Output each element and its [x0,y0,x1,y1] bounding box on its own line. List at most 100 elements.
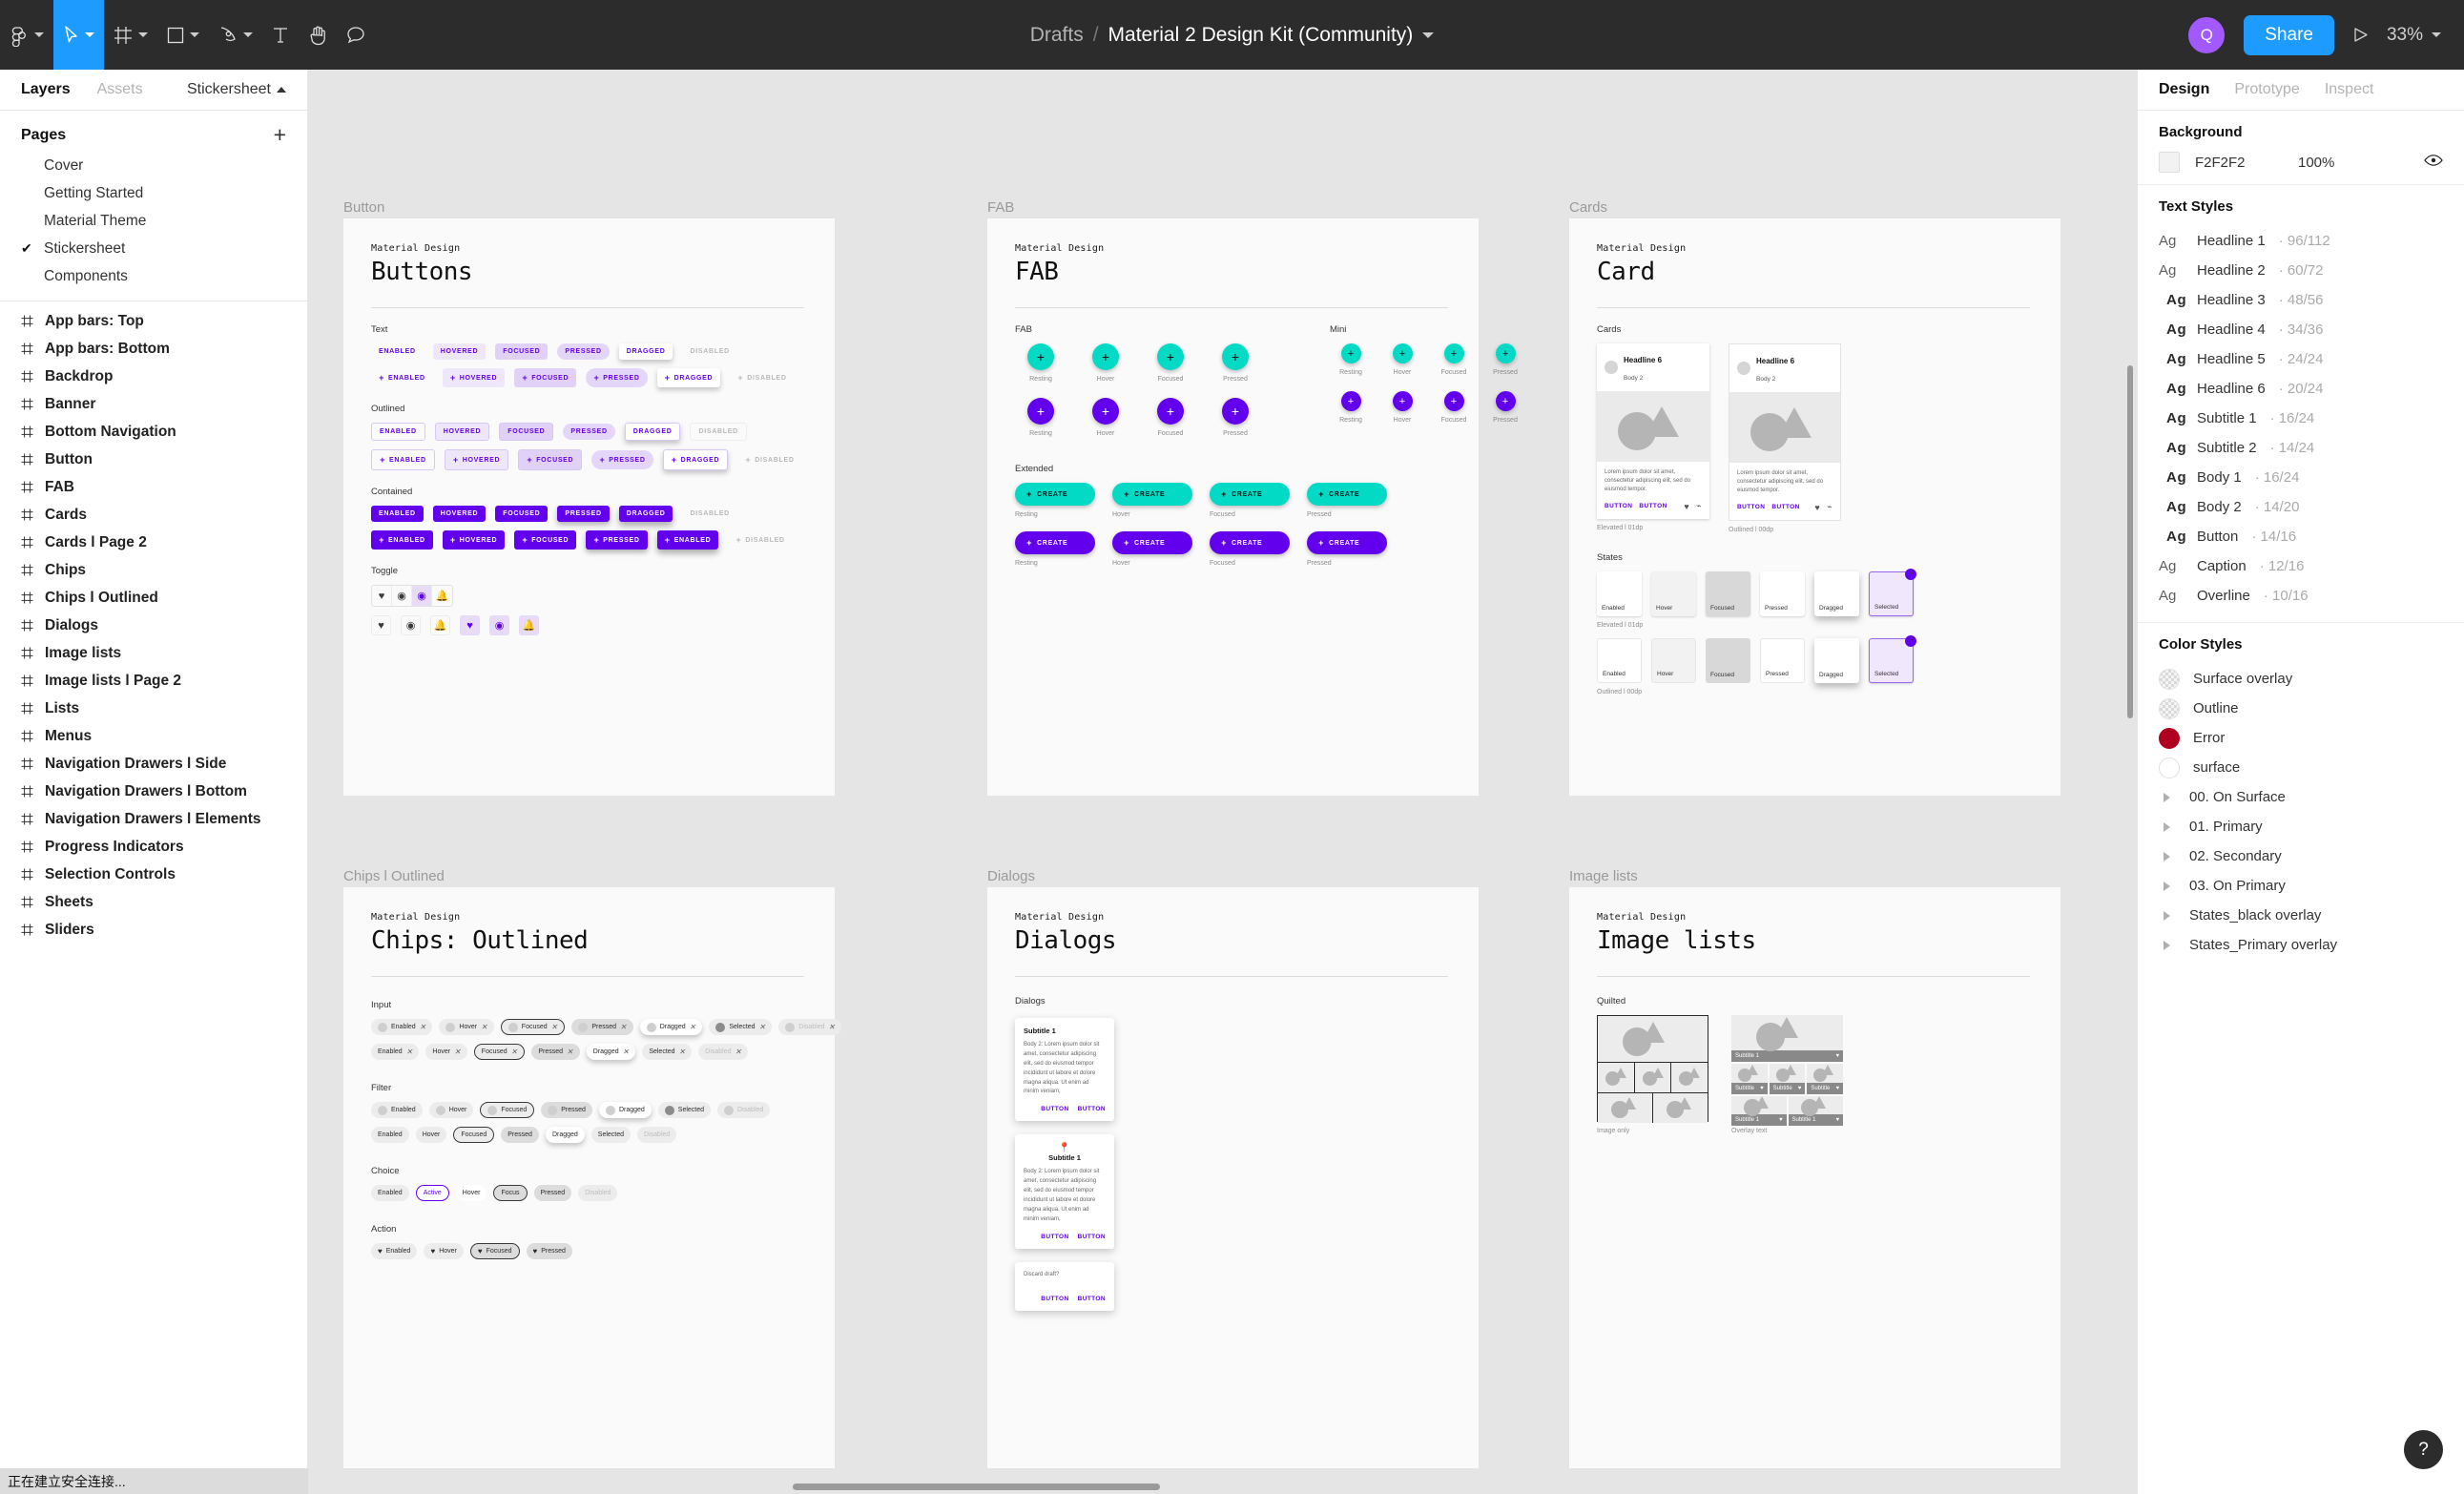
comment-tool-icon[interactable] [337,0,375,70]
frame-label-chips[interactable]: Chips l Outlined [343,868,445,884]
tab-layers[interactable]: Layers [21,81,71,98]
text-style-row[interactable]: Ag Headline 4 · 34/36 [2159,315,2443,344]
eye-icon[interactable] [2424,154,2443,171]
tab-inspect[interactable]: Inspect [2325,81,2374,98]
layer-row[interactable]: Cards [0,501,307,529]
color-style-row[interactable]: surface [2159,753,2443,782]
fab-focused-purple[interactable]: + Focused [1145,398,1196,437]
extended-fab-pressed-purple[interactable]: + CREATE Pressed [1307,531,1387,567]
add-page-button[interactable]: + [274,124,286,146]
chip-selected[interactable]: Selected ✕ [709,1019,773,1035]
tab-assets[interactable]: Assets [97,81,143,98]
heart-icon[interactable]: ♥ [1814,503,1820,512]
layer-row[interactable]: Lists [0,695,307,722]
frame-label-button[interactable]: Button [343,199,384,216]
outlined-icon-focused[interactable]: + FOCUSED [518,449,583,470]
filter-chip-pressed-plain[interactable]: Pressed [501,1127,539,1143]
tab-design[interactable]: Design [2159,81,2209,98]
dialog-button-2[interactable]: BUTTON [1078,1106,1106,1112]
layer-row[interactable]: App bars: Top [0,307,307,335]
image-cell[interactable] [1598,1093,1652,1123]
frame-fab[interactable]: Material Design FAB FAB + Resting + Hover … [987,218,1518,796]
frame-label-fab[interactable]: FAB [987,199,1014,216]
background-hex[interactable]: F2F2F2 [2195,155,2283,171]
action-chip-hover[interactable]: ♥ Hover [424,1243,464,1259]
action-chip-pressed[interactable]: ♥ Pressed [526,1243,572,1259]
frame-chips[interactable]: Material Design Chips: Outlined Input En… [343,887,842,1468]
filter-chip-selected-plain[interactable]: Selected [590,1127,632,1143]
mini-fab-focused[interactable]: + Focused [1433,343,1475,376]
layer-row[interactable]: Bottom Navigation [0,418,307,446]
button-hovered[interactable]: HOVERED [432,343,487,360]
dialog-confirm[interactable]: Discard draft? BUTTON BUTTON [1015,1261,1479,1311]
close-icon[interactable]: ✕ [511,1048,518,1056]
color-group-row[interactable]: 01. Primary [2159,812,2443,841]
frame-label-cards[interactable]: Cards [1569,199,1607,216]
move-tool-icon[interactable] [53,0,104,70]
share-button[interactable]: Share [2244,14,2334,55]
filter-chip-pressed[interactable]: Pressed [541,1102,592,1118]
outlined-icon-hovered[interactable]: + HOVERED [444,449,509,470]
button-icon-hovered[interactable]: + HOVERED [442,368,506,387]
filter-chip-dragged[interactable]: Dragged [598,1102,652,1118]
chip-pressed-noavatar[interactable]: Pressed ✕ [531,1044,580,1060]
layer-row[interactable]: Chips l Outlined [0,584,307,612]
layer-row[interactable]: Backdrop [0,363,307,390]
layers-list[interactable]: App bars: Top App bars: Bottom Backdrop … [0,307,307,1494]
fab-pressed[interactable]: + Pressed [1210,343,1261,383]
text-style-row[interactable]: Ag Headline 6 · 20/24 [2159,374,2443,404]
fab-resting[interactable]: + Resting [1015,343,1066,383]
color-style-row[interactable]: Error [2159,723,2443,753]
filter-chip-focused[interactable]: Focused [480,1102,535,1118]
text-style-row[interactable]: Ag Button · 14/16 [2159,522,2443,551]
filter-chip-enabled[interactable]: Enabled [371,1102,423,1118]
card-state-enabled[interactable]: Enabled [1597,571,1642,616]
contained-hovered[interactable]: HOVERED [432,506,487,522]
text-style-row[interactable]: Ag Subtitle 2 · 14/24 [2159,433,2443,463]
card-state-selected-outlined[interactable]: ✓ Selected [1869,635,1916,683]
frame-button[interactable]: Material Design Buttons Text ENABLED HOV… [343,218,835,796]
chip-enabled[interactable]: Enabled ✕ [371,1019,433,1035]
frame-cards[interactable]: Material Design Card Cards Headline 6 Bod… [1569,218,2060,796]
hand-tool-icon[interactable] [299,0,337,70]
text-style-row[interactable]: Ag Headline 1 · 96/112 [2159,226,2443,256]
dialog-button-1[interactable]: BUTTON [1041,1106,1068,1112]
avatar[interactable]: Q [2186,14,2227,55]
image-cell[interactable] [1671,1063,1708,1093]
toggle-button-group[interactable]: ♥ ◉ ◉ 🔔 [371,585,453,607]
card-button-2[interactable]: BUTTON [1639,503,1667,509]
image-cell-overlay[interactable]: Subtitle ♥ [1769,1064,1806,1094]
button-icon-focused[interactable]: + FOCUSED [514,368,577,387]
layer-row[interactable]: Image lists [0,639,307,667]
layer-row[interactable]: Cards l Page 2 [0,529,307,556]
outlined-icon-pressed[interactable]: + PRESSED [591,450,653,469]
dialog-button-1[interactable]: BUTTON [1041,1296,1068,1302]
file-name[interactable]: Material 2 Design Kit (Community) [1108,24,1414,47]
present-play-icon[interactable] [2351,26,2370,44]
dialog-button-2[interactable]: BUTTON [1078,1296,1106,1302]
outlined-focused[interactable]: FOCUSED [499,423,554,441]
text-style-row[interactable]: Ag Overline · 10/16 [2159,581,2443,611]
frame-label-dialogs[interactable]: Dialogs [987,868,1035,884]
outlined-pressed[interactable]: PRESSED [563,424,615,440]
outlined-hovered[interactable]: HOVERED [434,423,490,441]
action-chip-enabled[interactable]: ♥ Enabled [371,1243,418,1259]
bell-icon[interactable]: 🔔 [519,615,539,635]
bell-icon[interactable]: 🔔 [430,615,450,635]
extended-fab-focused-purple[interactable]: + CREATE Focused [1210,531,1290,567]
button-pressed[interactable]: PRESSED [557,343,610,360]
layer-row[interactable]: Image lists l Page 2 [0,667,307,695]
card-state-focused-outlined[interactable]: Focused [1706,638,1750,683]
chip-hover[interactable]: Hover ✕ [439,1019,494,1035]
text-style-row[interactable]: Ag Headline 3 · 48/56 [2159,285,2443,315]
dialog-button-2[interactable]: BUTTON [1078,1234,1106,1240]
close-icon[interactable]: ✕ [406,1048,413,1056]
layer-row[interactable]: Button [0,446,307,473]
heart-icon[interactable]: ♥ [372,586,392,606]
close-icon[interactable]: ✕ [420,1023,426,1031]
filter-chip-enabled-plain[interactable]: Enabled [371,1127,409,1143]
choice-chip-hover[interactable]: Hover [455,1185,487,1201]
heart-icon[interactable]: ♥ [460,615,480,635]
eye-icon[interactable]: ◉ [401,615,421,635]
button-enabled[interactable]: ENABLED [371,343,424,360]
